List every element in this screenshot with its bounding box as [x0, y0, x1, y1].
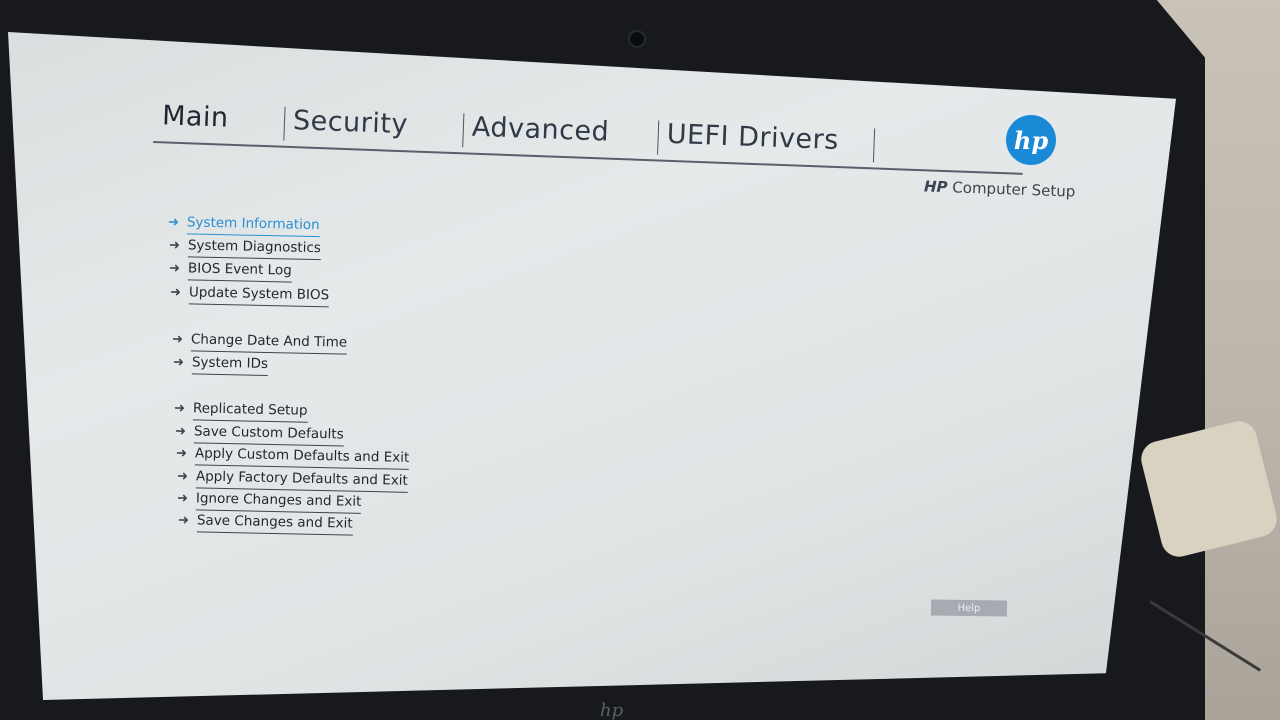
tab-separator: [462, 113, 465, 148]
menu-item-label: System Diagnostics: [187, 237, 322, 261]
menu-item-label: Ignore Changes and Exit: [195, 490, 362, 514]
tab-security[interactable]: Security: [292, 105, 408, 140]
bezel-logo: hp: [600, 700, 624, 720]
menu-item-bios-event-log[interactable]: ➜ BIOS Event Log: [169, 260, 292, 283]
tab-advanced[interactable]: Advanced: [471, 112, 609, 148]
menu-item-change-date-and-time[interactable]: ➜ Change Date And Time: [172, 331, 348, 355]
right-arrow-icon: ➜: [167, 215, 180, 231]
menu-item-label: Change Date And Time: [190, 331, 348, 355]
webcam: [628, 30, 646, 48]
menu-item-save-custom-defaults[interactable]: ➜ Save Custom Defaults: [175, 423, 344, 447]
right-arrow-icon: ➜: [175, 446, 188, 462]
right-arrow-icon: ➜: [168, 261, 181, 277]
menu-item-label: BIOS Event Log: [187, 260, 292, 283]
right-arrow-icon: ➜: [169, 285, 182, 301]
menu-item-system-ids[interactable]: ➜ System IDs: [172, 354, 269, 376]
setup-title-brand: HP: [923, 177, 948, 197]
help-button[interactable]: Help: [930, 599, 1008, 617]
menu-item-replicated-setup[interactable]: ➜ Replicated Setup: [174, 400, 308, 423]
menu-item-label: Update System BIOS: [188, 284, 330, 308]
right-arrow-icon: ➜: [168, 238, 181, 254]
right-arrow-icon: ➜: [176, 469, 189, 485]
menu-item-label: Save Changes and Exit: [196, 512, 353, 536]
hp-logo-text: hp: [1013, 125, 1049, 155]
right-arrow-icon: ➜: [174, 424, 187, 440]
right-arrow-icon: ➜: [176, 491, 189, 507]
right-arrow-icon: ➜: [173, 401, 186, 417]
right-arrow-icon: ➜: [171, 332, 184, 348]
right-arrow-icon: ➜: [177, 513, 190, 529]
tab-main[interactable]: Main: [162, 100, 230, 133]
menu-item-label: Replicated Setup: [192, 400, 308, 423]
menu-item-ignore-changes-and-exit[interactable]: ➜ Ignore Changes and Exit: [177, 490, 362, 514]
menu-item-save-changes-and-exit[interactable]: ➜ Save Changes and Exit: [178, 512, 353, 536]
menu-item-update-system-bios[interactable]: ➜ Update System BIOS: [169, 284, 330, 308]
tab-uefi-drivers[interactable]: UEFI Drivers: [666, 119, 839, 156]
menu-item-system-information[interactable]: ➜ System Information: [167, 214, 320, 238]
menu-item-label: System Information: [186, 214, 320, 238]
tab-separator: [283, 106, 286, 141]
menu-item-label: System IDs: [191, 354, 269, 376]
hp-logo: hp: [1006, 115, 1056, 165]
menu-item-label: Save Custom Defaults: [193, 423, 344, 447]
right-arrow-icon: ➜: [172, 355, 185, 371]
menu-item-system-diagnostics[interactable]: ➜ System Diagnostics: [168, 237, 322, 261]
tab-separator: [657, 120, 660, 155]
